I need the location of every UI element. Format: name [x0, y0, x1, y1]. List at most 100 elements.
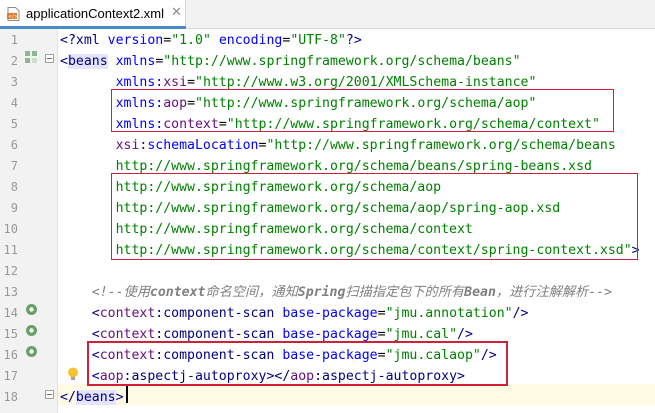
line-number: 2	[10, 54, 18, 68]
code-token: />	[457, 327, 473, 342]
code-token: "jmu.annotation"	[385, 306, 513, 321]
code-token: "UTF-8"	[290, 33, 346, 48]
code-token: encoding	[218, 33, 283, 48]
code-token: xsi	[115, 138, 140, 153]
gutter-divider	[57, 29, 58, 413]
line-number: 9	[10, 201, 18, 215]
line-number: 6	[10, 138, 18, 152]
code-token: <	[60, 327, 100, 342]
code-token: "http://www.w3.org/2001/XMLSchema-instan…	[195, 75, 537, 90]
svg-text:</>: </>	[8, 14, 18, 20]
line-number: 4	[10, 96, 18, 110]
code-token: xsi	[163, 75, 188, 90]
code-token: context	[99, 306, 156, 321]
line-number: 11	[3, 243, 18, 257]
code-token: xml	[75, 33, 108, 48]
code-token: <	[60, 306, 100, 321]
line-number: 5	[10, 117, 18, 131]
code-line[interactable]: <context:component-scan base-package="jm…	[60, 303, 529, 324]
code-token: =	[187, 75, 196, 90]
code-token: xmlns	[115, 54, 156, 69]
code-token: />	[512, 306, 529, 321]
xml-file-icon: </>	[7, 7, 20, 21]
line-number: 12	[3, 264, 18, 278]
code-token: :component-scan	[155, 327, 275, 342]
code-token: "http://www.springframework.org/schema/b…	[266, 138, 616, 153]
code-token: beans	[67, 54, 108, 69]
code-token: beans	[75, 390, 116, 405]
line-number: 8	[10, 180, 18, 194]
code-token: <!--	[60, 285, 124, 300]
highlight-box-aop-config	[87, 341, 508, 386]
fold-end-icon[interactable]	[45, 390, 54, 399]
line-number: 1	[10, 33, 18, 47]
line-number: 16	[3, 348, 18, 362]
code-token: =	[377, 327, 386, 342]
line-number: 10	[3, 222, 18, 236]
code-token: context	[99, 327, 156, 342]
line-number: 7	[10, 159, 18, 173]
current-line-highlight	[58, 384, 655, 405]
code-line[interactable]: xsi:schemaLocation="http://www.springfra…	[60, 135, 616, 156]
code-token: "jmu.cal"	[385, 327, 458, 342]
code-token: "http://www.springframework.org/schema/b…	[163, 54, 521, 69]
code-token: <	[60, 54, 68, 69]
code-token: =	[163, 33, 172, 48]
highlight-box-namespaces	[111, 89, 614, 132]
line-number: 18	[3, 390, 18, 404]
code-token: "1.0"	[171, 33, 211, 48]
code-line[interactable]: <?xml version="1.0" encoding="UTF-8"?>	[60, 30, 362, 51]
code-token: base-package	[282, 306, 378, 321]
code-token: -->	[588, 285, 613, 300]
code-token: :schemaLocation	[139, 138, 259, 153]
code-token: >	[115, 390, 124, 405]
editor-tab-bar: </> applicationContext2.xml ✕	[0, 0, 655, 29]
code-token: Bean	[464, 285, 496, 300]
spring-bean-icon[interactable]	[25, 345, 38, 358]
bean-config-icon[interactable]	[24, 50, 38, 64]
code-token: base-package	[282, 327, 378, 342]
code-token: Spring	[297, 285, 346, 300]
code-token: 使用	[123, 285, 150, 300]
code-token: <?	[60, 33, 76, 48]
line-number: 17	[3, 369, 18, 383]
code-token: 扫描指定包下的所有	[345, 285, 465, 300]
code-token: context	[149, 285, 206, 300]
lightbulb-icon[interactable]	[67, 367, 79, 382]
spring-bean-icon[interactable]	[25, 324, 38, 337]
code-token: ?>	[345, 33, 362, 48]
line-number: 14	[3, 306, 18, 320]
code-token: </	[60, 390, 76, 405]
tab-label: applicationContext2.xml	[26, 6, 165, 21]
code-token: version	[107, 33, 164, 48]
fold-open-icon[interactable]	[45, 54, 54, 63]
close-tab-icon[interactable]: ✕	[171, 5, 182, 20]
highlight-box-schema-locations	[111, 173, 638, 260]
spring-bean-icon[interactable]	[25, 303, 38, 316]
code-token: =	[377, 306, 386, 321]
code-token: ，进行注解解析	[495, 285, 589, 300]
tab-applicationcontext2-xml[interactable]: </> applicationContext2.xml ✕	[0, 0, 186, 29]
code-line[interactable]: <beans xmlns="http://www.springframework…	[60, 51, 521, 72]
text-caret	[126, 386, 128, 403]
code-line[interactable]: </beans>	[60, 387, 124, 408]
code-token: :component-scan	[155, 306, 275, 321]
code-token: 命名空间，通知	[205, 285, 298, 300]
code-line[interactable]: <!--使用context命名空间，通知Spring扫描指定包下的所有Bean，…	[60, 282, 612, 303]
code-token: xmlns	[115, 75, 156, 90]
code-token: http://www.springframework.org/schema/be…	[115, 159, 592, 174]
line-number: 15	[3, 327, 18, 341]
line-number: 3	[10, 75, 18, 89]
line-number: 13	[3, 285, 18, 299]
